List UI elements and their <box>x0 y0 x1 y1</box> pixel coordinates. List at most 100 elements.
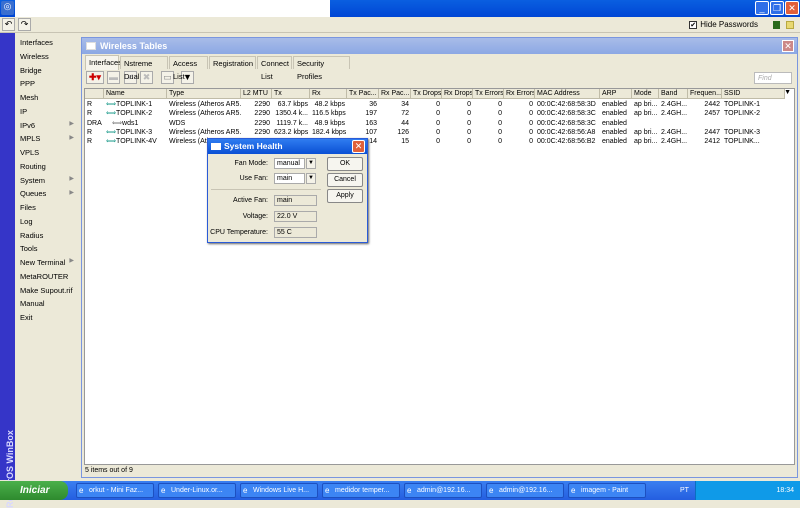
apply-button[interactable]: Apply <box>327 189 363 203</box>
sidebar-item-ipv6[interactable]: IPv6 ▶ <box>20 119 78 141</box>
add-button[interactable]: ✚▾ <box>86 71 104 84</box>
sidebar-item-mpls[interactable]: MPLS <box>20 132 78 145</box>
column-header[interactable]: Rx Pac... <box>379 89 411 99</box>
redo-button[interactable]: ↷ <box>18 18 31 31</box>
sidebar-item-interfaces[interactable]: Interfaces <box>20 36 78 49</box>
column-header[interactable]: SSID <box>722 89 785 99</box>
column-header[interactable]: Rx <box>310 89 347 99</box>
column-header[interactable]: Rx Errors <box>504 89 535 99</box>
undo-button[interactable]: ↶ <box>2 18 15 31</box>
column-header[interactable]: L2 MTU <box>241 89 272 99</box>
sidebar-item-make-supout-rif[interactable]: Make Supout.rif <box>20 284 78 297</box>
use-fan-dropdown-icon[interactable]: ▼ <box>306 173 316 184</box>
tab-security-profiles[interactable]: Security Profiles <box>293 56 350 81</box>
cell-value: 163 <box>365 119 377 127</box>
column-chooser-icon[interactable]: ▼ <box>784 89 791 96</box>
checkbox-icon[interactable]: ✔ <box>689 20 698 29</box>
sidebar-item-files[interactable]: Files <box>20 201 78 214</box>
sidebar-item-new-terminal[interactable]: New Terminal <box>20 256 78 269</box>
minimize-button[interactable]: _ <box>755 1 769 15</box>
taskbar-button[interactable]: e imagem - Paint <box>568 483 646 498</box>
cell-value: 2290 <box>254 101 270 108</box>
cell-value: 2457 <box>704 110 720 118</box>
column-header[interactable]: ARP <box>600 89 632 99</box>
cell-value: TOPLINK-4V <box>116 138 157 146</box>
window-close-button[interactable]: ✕ <box>782 40 794 52</box>
sidebar-item-routing[interactable]: Routing ▶ <box>20 160 78 182</box>
disable-button[interactable]: ✖ <box>140 71 153 84</box>
cell-value: 182.4 kbps <box>312 128 347 136</box>
sidebar-item-vpls[interactable]: VPLS <box>20 146 78 159</box>
table-row[interactable]: DRA ⟺wds1 WDS 2290 1119.7 k... 48.9 kbps 163 44… <box>85 119 785 128</box>
restore-button[interactable]: ❐ <box>770 1 784 15</box>
taskbar-button[interactable]: e admin@192.16... <box>404 483 482 498</box>
table-row[interactable]: R ⟺TOPLINK-1 Wireless (Atheros AR5... 2290 6… <box>85 100 785 109</box>
remove-button[interactable]: ▬ <box>107 71 120 84</box>
cell: ap bri... <box>632 128 659 137</box>
sidebar-item-mesh[interactable]: Mesh <box>20 91 78 104</box>
cell <box>722 119 785 128</box>
fan-mode-dropdown-icon[interactable]: ▼ <box>306 158 316 169</box>
taskbar-button[interactable]: e medidor temper... <box>322 483 400 498</box>
table-row[interactable]: R ⟺TOPLINK-2 Wireless (Atheros AR5... 2290 1… <box>85 109 785 118</box>
close-button[interactable]: ✕ <box>785 1 799 15</box>
table-row[interactable]: R⟺TOPLINK-4VWireless (Atheros AR5...2290… <box>85 137 785 146</box>
cell-value: 00:0C:42:68:56:B2 <box>537 138 596 146</box>
use-fan-select[interactable]: main <box>274 173 305 184</box>
cell-value: 0 <box>498 128 502 136</box>
taskbar-button[interactable]: e orkut - Mini Faz... <box>76 483 154 498</box>
column-header[interactable]: Frequen... <box>688 89 722 99</box>
table-row[interactable]: R ⟺TOPLINK-3 Wireless (Atheros AR5... 2290 6… <box>85 128 785 137</box>
cell-value: 0 <box>436 119 440 127</box>
find-input[interactable]: Find <box>754 72 792 84</box>
cell-value: TOPLINK-1 <box>116 101 153 108</box>
start-button[interactable]: Iniciar <box>0 481 68 500</box>
tab-connect-list[interactable]: Connect List <box>257 56 292 81</box>
column-header[interactable]: Type <box>167 89 241 99</box>
sidebar-item-radius[interactable]: Radius <box>20 229 78 242</box>
column-header[interactable]: Tx <box>272 89 310 99</box>
sidebar-item-label: Log <box>20 216 33 226</box>
tab-nstreme-dual[interactable]: Nstreme Dual <box>120 56 168 81</box>
column-header[interactable]: Tx Pac... <box>347 89 379 99</box>
sidebar-item-exit[interactable]: Exit <box>20 311 78 324</box>
tab-interfaces[interactable]: Interfaces <box>85 55 122 70</box>
hide-passwords-checkbox[interactable]: ✔ Hide Passwords <box>689 20 758 29</box>
dialog-close-button[interactable]: ✕ <box>352 140 365 153</box>
column-header[interactable]: Name <box>104 89 167 99</box>
sidebar-item-system[interactable]: System ▶ <box>20 174 78 196</box>
cell: DRA <box>85 119 104 128</box>
tab-registration[interactable]: Registration <box>209 56 256 69</box>
language-indicator[interactable]: PT <box>680 481 689 500</box>
ok-button[interactable]: OK <box>327 157 363 171</box>
winbox-app-icon[interactable]: ◎ <box>1 1 14 15</box>
sidebar-item-tools[interactable]: Tools ▶ <box>20 242 78 264</box>
sidebar-item-metarouter[interactable]: MetaROUTER <box>20 270 78 283</box>
taskbar-button[interactable]: e Under-Linux.or... <box>158 483 236 498</box>
cell-value: 0 <box>467 119 471 127</box>
cell: R <box>85 100 104 109</box>
column-header[interactable]: Tx Errors <box>473 89 504 99</box>
sidebar-item-queues[interactable]: Queues <box>20 187 78 200</box>
fan-mode-select[interactable]: manual <box>274 158 305 169</box>
fan-mode-label: Fan Mode: <box>234 160 268 167</box>
cell: 72 <box>379 109 411 118</box>
taskbar-button[interactable]: e admin@192.16... <box>486 483 564 498</box>
sidebar-item-ip[interactable]: IP ▶ <box>20 105 78 127</box>
sidebar-item-ppp[interactable]: PPP <box>20 77 78 90</box>
column-header[interactable]: Rx Drops <box>442 89 473 99</box>
cancel-button[interactable]: Cancel <box>327 173 363 187</box>
tab-access-list[interactable]: Access List <box>169 56 208 81</box>
column-header[interactable] <box>85 89 104 99</box>
taskbar-button[interactable]: e Windows Live H... <box>240 483 318 498</box>
sidebar-item-label: Queues <box>20 189 47 199</box>
sidebar-item-label: Interfaces <box>20 38 53 47</box>
column-header[interactable]: Tx Drops <box>411 89 442 99</box>
column-header[interactable]: MAC Address <box>535 89 600 99</box>
sidebar-item-wireless[interactable]: Wireless <box>20 50 78 63</box>
sidebar-item-bridge[interactable]: Bridge <box>20 64 78 77</box>
column-header[interactable]: Band <box>659 89 688 99</box>
column-header[interactable]: Mode <box>632 89 659 99</box>
sidebar-item-log[interactable]: Log <box>20 215 78 228</box>
sidebar-item-manual[interactable]: Manual <box>20 297 78 310</box>
